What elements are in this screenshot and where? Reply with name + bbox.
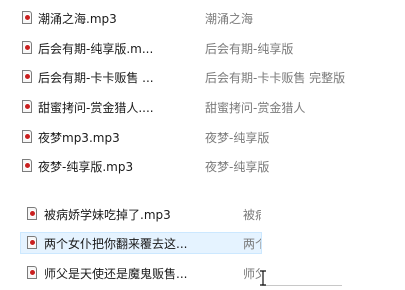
audio-file-icon [22,70,32,83]
file-title: 两个 [243,236,261,251]
file-title: 夜梦-纯享版 [205,130,270,145]
audio-file-icon [27,207,37,220]
file-title: 夜梦-纯享版 [205,159,270,174]
file-row[interactable]: 甜蜜拷问-赏金猎人.... 甜蜜拷问-赏金猎人 [0,96,405,118]
audio-file-icon [27,236,37,249]
file-row[interactable]: 夜梦-纯享版.mp3 夜梦-纯享版 [0,155,405,177]
file-row[interactable]: 师父是天使还是魔鬼贩售... 师父 [0,262,405,284]
audio-file-icon [22,11,32,24]
file-list-view: 潮涌之海.mp3 潮涌之海 后会有期-纯享版.m... 后会有期-纯享版 后会有… [0,0,405,290]
audio-file-icon [22,159,32,172]
file-title: 后会有期-卡卡贩售 完整版 [205,70,346,85]
audio-file-icon [27,266,37,279]
file-name: 潮涌之海.mp3 [38,11,117,26]
file-title: 甜蜜拷问-赏金猎人 [205,100,306,115]
file-name: 后会有期-纯享版.m... [38,41,154,56]
audio-file-icon [22,100,32,113]
file-name: 被病娇学妹吃掉了.mp3 [44,207,171,222]
audio-file-icon [22,130,32,143]
window-edge [262,285,342,286]
file-name: 夜梦mp3.mp3 [38,130,120,145]
audio-file-icon [22,41,32,54]
file-name: 甜蜜拷问-赏金猎人.... [38,100,154,115]
file-row[interactable]: 夜梦mp3.mp3 夜梦-纯享版 [0,126,405,148]
file-title: 被病 [243,207,261,222]
file-row[interactable]: 后会有期-卡卡贩售 ... 后会有期-卡卡贩售 完整版 [0,66,405,88]
file-name: 师父是天使还是魔鬼贩售... [44,266,188,281]
file-row-selected[interactable]: 两个女仆把你翻来覆去这... 两个 [0,232,405,254]
file-row[interactable]: 潮涌之海.mp3 潮涌之海 [0,7,405,29]
file-title: 后会有期-纯享版 [205,41,294,56]
file-title: 潮涌之海 [205,11,254,26]
file-row[interactable]: 后会有期-纯享版.m... 后会有期-纯享版 [0,37,405,59]
file-row[interactable]: 被病娇学妹吃掉了.mp3 被病 [0,203,405,225]
file-name: 夜梦-纯享版.mp3 [38,159,134,174]
file-name: 后会有期-卡卡贩售 ... [38,70,154,85]
file-name: 两个女仆把你翻来覆去这... [44,236,188,251]
text-cursor-icon [260,270,266,286]
